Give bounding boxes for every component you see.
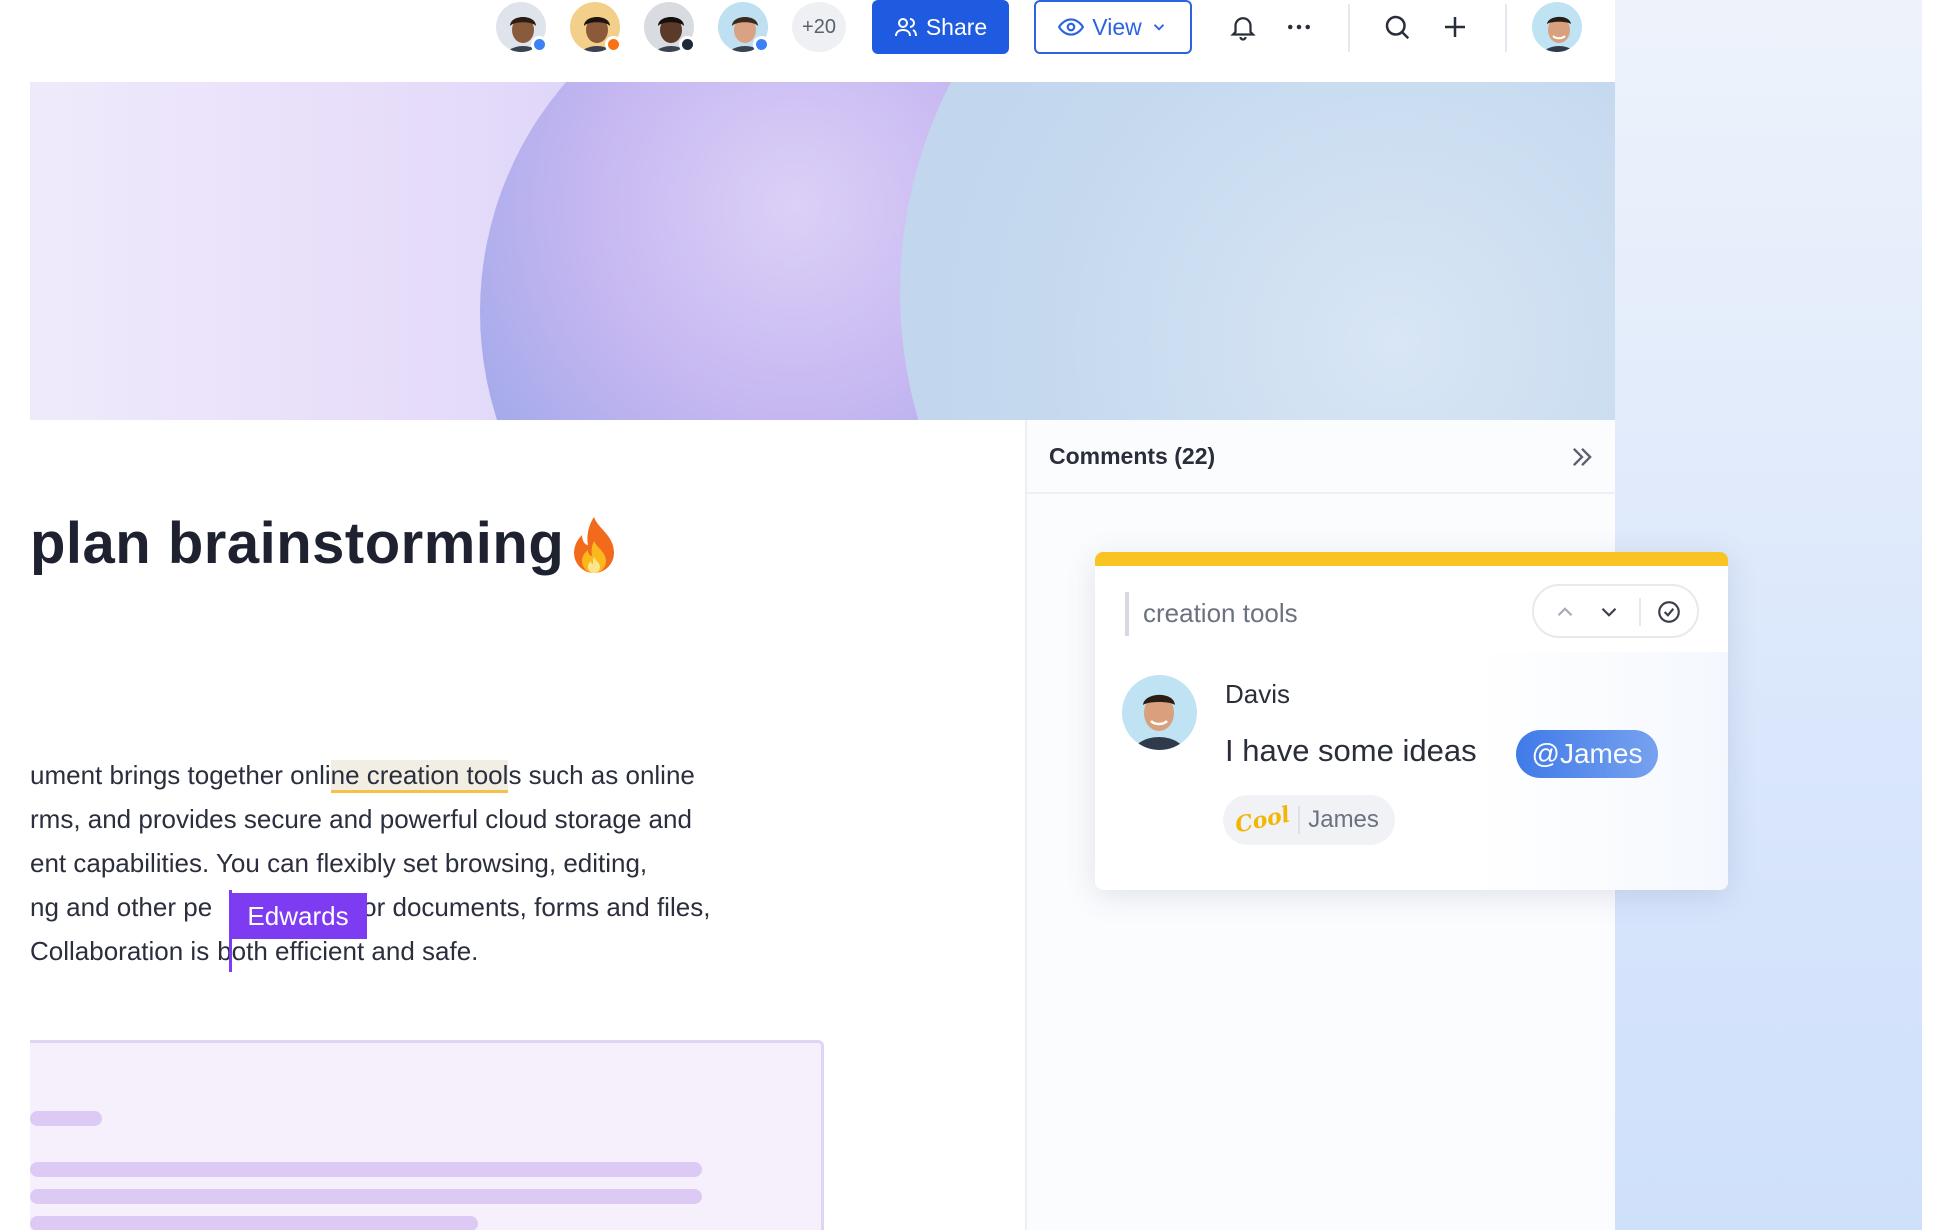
comment-author-name: Davis <box>1225 679 1291 709</box>
comments-header: Comments (22) <box>1027 420 1617 494</box>
flame-icon <box>574 517 614 573</box>
bell-icon[interactable] <box>1228 12 1258 42</box>
cool-sticker-icon: Cool <box>1232 801 1293 839</box>
text-run: both efficient and safe. <box>217 936 479 966</box>
share-button[interactable]: Share <box>872 0 1009 54</box>
placeholder-line <box>30 1111 102 1126</box>
text-run: ne <box>330 760 367 790</box>
plus-icon[interactable] <box>1440 12 1470 42</box>
commented-text-highlight[interactable]: ne creation tool <box>330 760 509 793</box>
placeholder-line <box>30 1162 702 1177</box>
quote-bar <box>1125 592 1129 636</box>
text-run: ument brings together onli <box>30 760 331 790</box>
ambient-edge <box>1922 0 1960 1230</box>
cover-banner <box>30 82 1615 420</box>
text-run: or documents, forms and files, <box>362 892 711 922</box>
more-icon[interactable] <box>1284 12 1314 42</box>
collapse-icon[interactable] <box>1568 443 1596 471</box>
pill-divider <box>1639 598 1641 626</box>
paragraph-line: ent capabilities. You can flexibly set b… <box>30 848 648 878</box>
presence-status-dot <box>605 36 622 53</box>
text-run: creation too <box>366 760 503 790</box>
banner-shape <box>900 82 1615 420</box>
comment-nav-controls <box>1532 584 1699 638</box>
comment-author-avatar[interactable] <box>1122 675 1197 750</box>
reaction-user: James <box>1308 806 1379 833</box>
more-collaborators-count[interactable]: +20 <box>792 2 846 52</box>
view-button-label: View <box>1092 13 1142 40</box>
chevron-down-icon[interactable] <box>1596 599 1622 625</box>
search-icon[interactable] <box>1382 12 1412 42</box>
resolve-check-icon[interactable] <box>1656 599 1682 625</box>
placeholder-line <box>30 1216 478 1230</box>
eye-icon <box>1058 18 1085 36</box>
reaction-divider <box>1298 806 1301 834</box>
comment-accent-bar <box>1095 552 1728 566</box>
paragraph-line: ng and other pe or documents, forms and f… <box>30 892 710 923</box>
paragraph-line: ument brings together online creation to… <box>30 760 695 793</box>
toolbar-divider <box>1505 4 1507 52</box>
collaborator-cursor-label: Edwards <box>229 893 367 939</box>
mention-chip[interactable]: @James <box>1516 730 1658 778</box>
share-button-label: Share <box>925 13 988 40</box>
chevron-down-icon <box>1153 24 1164 31</box>
quoted-text: creation tools <box>1143 598 1298 628</box>
chevron-up-icon[interactable] <box>1552 599 1578 625</box>
comment-text: I have some ideas <box>1225 733 1477 768</box>
comments-title: Comments (22) <box>1049 442 1216 469</box>
paragraph-line: Collaboration is both efficient and safe. <box>30 936 478 967</box>
text-run: s such as online <box>508 760 695 790</box>
reaction-chip[interactable]: Cool James <box>1223 795 1395 845</box>
share-person-icon <box>894 18 917 37</box>
comment-card[interactable]: creation tools Davis I have some ideas @… <box>1095 552 1728 890</box>
paragraph-line: rms, and provides secure and powerful cl… <box>30 804 692 834</box>
top-bar: +20 Share View <box>0 0 1615 58</box>
toolbar-divider <box>1348 4 1350 52</box>
text-run: ng and other pe <box>30 892 213 922</box>
page-title: plan brainstorming <box>30 511 565 576</box>
text-run: Collaboration is <box>30 936 210 966</box>
presence-status-dot <box>753 36 770 53</box>
current-user-avatar[interactable] <box>1530 0 1584 54</box>
embedded-block[interactable] <box>30 1040 824 1230</box>
placeholder-line <box>30 1189 702 1204</box>
presence-status-dot <box>679 36 696 53</box>
view-button[interactable]: View <box>1034 0 1192 54</box>
presence-status-dot <box>531 36 548 53</box>
